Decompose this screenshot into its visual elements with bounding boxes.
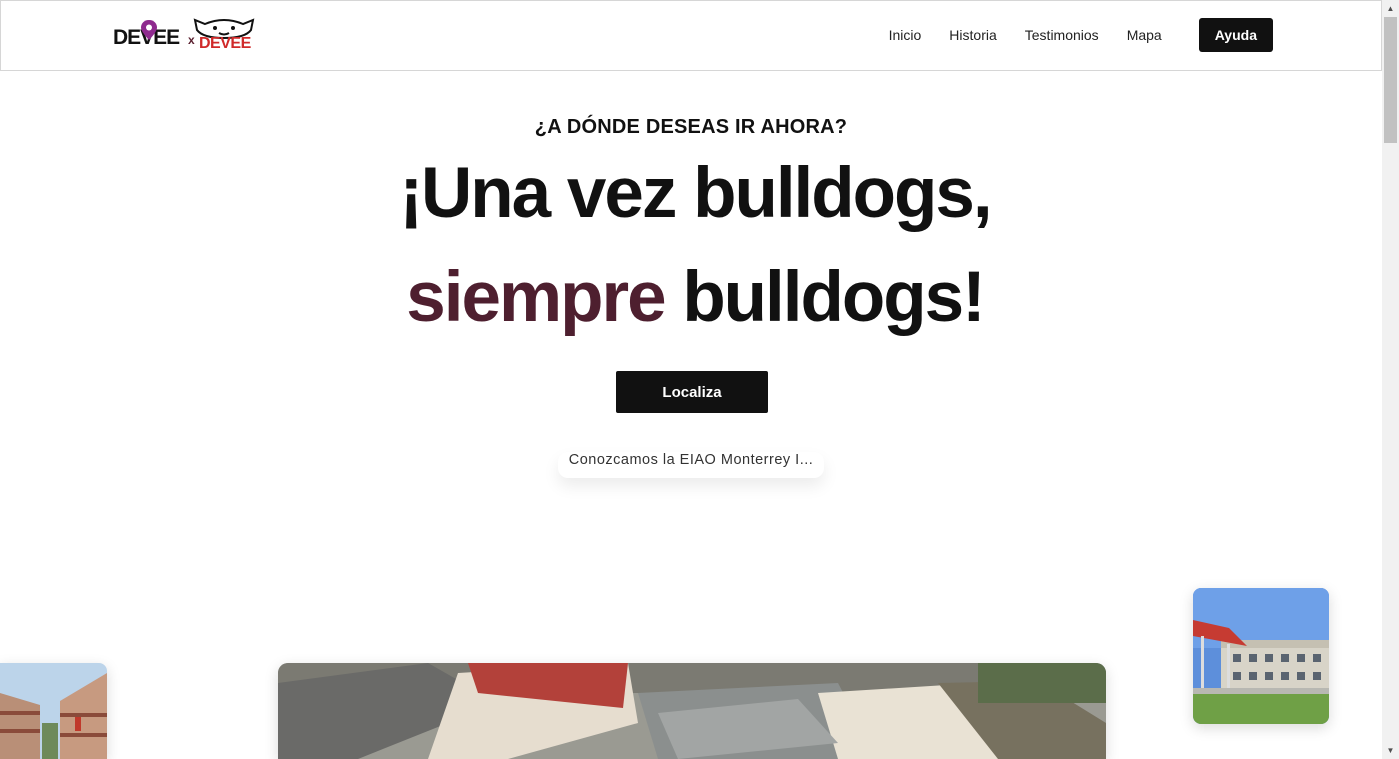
hero-eyebrow: ¿A DÓNDE DESEAS IR AHORA? bbox=[534, 116, 848, 138]
nav-link-historia[interactable]: Historia bbox=[949, 27, 996, 43]
navbar: DEVEE x DEVEE Inicio Historia Testimonio… bbox=[0, 0, 1382, 71]
ayuda-button[interactable]: Ayuda bbox=[1198, 18, 1273, 52]
nav-link-inicio[interactable]: Inicio bbox=[889, 27, 922, 43]
devee-logo[interactable]: DEVEE x DEVEE bbox=[113, 16, 263, 58]
nav-links: Inicio Historia Testimonios Mapa Ayuda bbox=[861, 18, 1273, 52]
nav-link-testimonios[interactable]: Testimonios bbox=[1025, 27, 1099, 43]
scroll-thumb[interactable] bbox=[1384, 17, 1397, 143]
nav-link-mapa[interactable]: Mapa bbox=[1127, 27, 1162, 43]
scrollbar[interactable]: ▲ ▼ bbox=[1382, 0, 1399, 759]
campus-building-photo bbox=[1193, 588, 1329, 724]
map-pin-icon bbox=[141, 20, 157, 40]
hero-headline-rest: bulldogs! bbox=[682, 258, 985, 337]
localiza-button[interactable]: Localiza bbox=[616, 371, 768, 413]
scroll-down-arrow-icon[interactable]: ▼ bbox=[1382, 742, 1399, 759]
scroll-up-arrow-icon[interactable]: ▲ bbox=[1382, 0, 1399, 17]
campus-corridor-photo bbox=[0, 663, 107, 759]
hero-headline-line2: siempre bulldogs! bbox=[0, 262, 1390, 333]
hero-teaser-text: Conozcamos la EIAO Monterrey I... bbox=[558, 452, 824, 478]
logo-wordmark-red: DEVEE bbox=[199, 35, 251, 52]
hero-headline-accent: siempre bbox=[406, 258, 666, 337]
campus-aerial-photo bbox=[278, 663, 1106, 759]
hero-headline-line1: ¡Una vez bulldogs, bbox=[399, 154, 992, 233]
